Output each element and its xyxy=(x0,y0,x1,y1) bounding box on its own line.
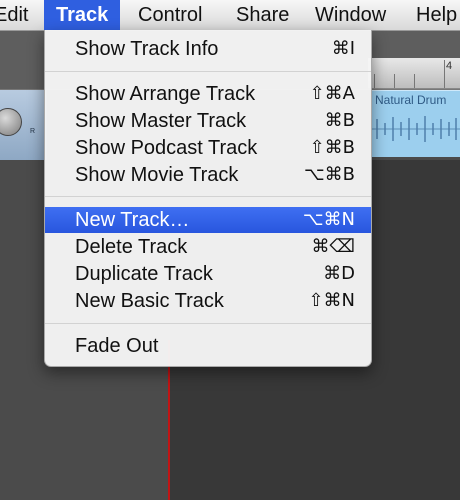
menu-item-label: Duplicate Track xyxy=(75,263,213,285)
menu-share[interactable]: Share xyxy=(236,0,289,30)
track-menu: Show Track Info ⌘I Show Arrange Track ⇧⌘… xyxy=(44,30,372,367)
menu-item-shortcut: ⌥⌘B xyxy=(303,164,355,185)
menu-item-new-track[interactable]: New Track… ⌥⌘N xyxy=(45,207,371,233)
menu-edit[interactable]: Edit xyxy=(0,0,28,30)
menu-item-shortcut: ⌘B xyxy=(324,110,355,131)
ruler-tick xyxy=(414,74,415,88)
ruler-number: 4 xyxy=(446,60,453,72)
menu-item-shortcut: ⌘I xyxy=(331,38,355,59)
menu-separator xyxy=(45,323,371,324)
region-name: Natural Drum xyxy=(375,93,447,107)
menu-item-shortcut: ⇧⌘N xyxy=(308,290,355,311)
menu-separator xyxy=(45,196,371,197)
menu-item-label: Show Arrange Track xyxy=(75,83,256,105)
pan-knob[interactable] xyxy=(0,108,22,136)
ruler-bar-tick xyxy=(444,60,445,88)
menu-help[interactable]: Help xyxy=(416,0,457,30)
menu-item-shortcut: ⇧⌘A xyxy=(309,83,355,104)
menu-item-label: Show Track Info xyxy=(75,38,219,60)
menu-item-label: New Track… xyxy=(75,209,190,231)
timeline-ruler[interactable]: 4 xyxy=(368,58,460,89)
ruler-tick xyxy=(394,74,395,88)
menu-item-label: Show Podcast Track xyxy=(75,137,258,159)
menu-item-label: Delete Track xyxy=(75,236,188,258)
menu-item-duplicate-track[interactable]: Duplicate Track ⌘D xyxy=(45,261,371,287)
menu-window[interactable]: Window xyxy=(315,0,386,30)
ruler-tick xyxy=(374,74,375,88)
menu-item-show-arrange-track[interactable]: Show Arrange Track ⇧⌘A xyxy=(45,81,371,107)
knob-label: R xyxy=(30,128,36,135)
menu-item-label: Show Master Track xyxy=(75,110,247,132)
menu-item-fade-out[interactable]: Fade Out xyxy=(45,333,371,359)
menu-item-shortcut: ⌘⌫ xyxy=(311,236,355,257)
menu-item-show-podcast-track[interactable]: Show Podcast Track ⇧⌘B xyxy=(45,135,371,161)
menu-item-shortcut: ⌥⌘N xyxy=(302,209,355,230)
menu-control[interactable]: Control xyxy=(138,0,202,30)
menu-item-new-basic-track[interactable]: New Basic Track ⇧⌘N xyxy=(45,288,371,314)
menu-item-delete-track[interactable]: Delete Track ⌘⌫ xyxy=(45,234,371,260)
menu-track[interactable]: Track xyxy=(44,0,121,30)
menu-item-label: Show Movie Track xyxy=(75,164,239,186)
menu-item-shortcut: ⌘D xyxy=(323,263,355,284)
menu-item-label: New Basic Track xyxy=(75,290,224,312)
drum-region[interactable]: Natural Drum xyxy=(371,90,460,157)
menu-item-label: Fade Out xyxy=(75,335,159,357)
menu-bar: Edit Track Control Share Window Help xyxy=(0,0,460,31)
menu-item-show-master-track[interactable]: Show Master Track ⌘B xyxy=(45,108,371,134)
menu-item-show-track-info[interactable]: Show Track Info ⌘I xyxy=(45,36,371,62)
menu-separator xyxy=(45,71,371,72)
menu-item-show-movie-track[interactable]: Show Movie Track ⌥⌘B xyxy=(45,162,371,188)
waveform xyxy=(371,116,460,142)
track-header[interactable]: R xyxy=(0,90,47,160)
menu-item-shortcut: ⇧⌘B xyxy=(309,137,355,158)
